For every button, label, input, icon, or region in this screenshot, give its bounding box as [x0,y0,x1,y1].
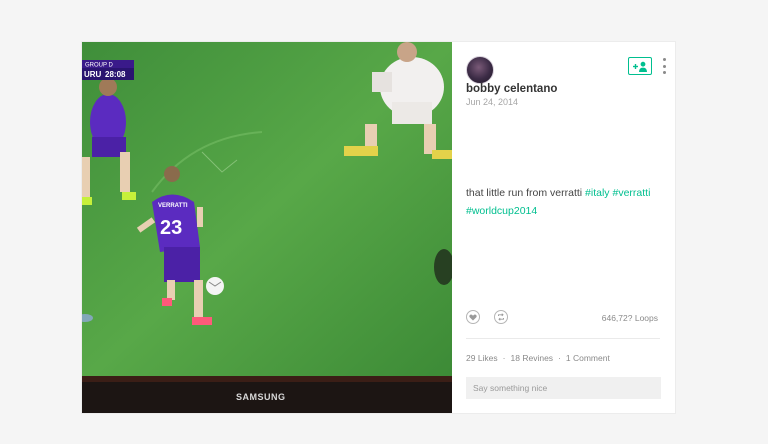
player-name: VERRATTI [158,203,188,209]
post-caption: that little run from verratti #italy #ve… [466,184,666,220]
vertical-dots-icon [662,58,666,61]
comment-input[interactable] [466,377,661,399]
likes-count[interactable]: 29 Likes [466,353,498,363]
like-button[interactable] [466,310,480,324]
video-player[interactable]: GROUP D URU 28:08 VERRATTI 23 SAMSUNG [82,42,452,413]
player-number: 23 [160,217,182,239]
scoreboard-time: 28:08 [105,70,126,79]
heart-icon [469,313,477,320]
caption-text: that little run from verratti [466,187,586,199]
comments-count[interactable]: 1 Comment [566,353,610,363]
post-stats: 29 Likes · 18 Revines · 1 Comment [466,353,610,363]
hashtag-verratti[interactable]: #verratti [612,187,650,199]
tv-bezel: SAMSUNG [82,376,452,413]
post-card: GROUP D URU 28:08 VERRATTI 23 SAMSUNG bo… [82,42,675,413]
loop-count: 646,72? Loops [601,313,658,323]
video-frame[interactable]: GROUP D URU 28:08 VERRATTI 23 SAMSUNG [82,42,452,413]
hashtag-italy[interactable]: #italy [585,187,610,199]
scoreboard-team: URU [84,70,102,79]
revine-icon [498,313,504,321]
post-details: bobby celentano Jun 24, 2014 that little… [452,42,675,413]
scoreboard: GROUP D URU 28:08 [82,60,134,80]
more-options-button[interactable] [660,58,668,74]
add-user-icon [633,61,647,72]
revine-button[interactable] [494,310,508,324]
scoreboard-group: GROUP D [85,63,114,69]
follow-button[interactable] [628,57,652,75]
revines-count[interactable]: 18 Revines [511,353,554,363]
post-date: Jun 24, 2014 [466,97,519,107]
divider [466,338,660,339]
avatar[interactable] [466,56,494,84]
hashtag-worldcup2014[interactable]: #worldcup2014 [466,205,537,217]
username[interactable]: bobby celentano [466,83,557,95]
tv-brand: SAMSUNG [236,392,286,402]
